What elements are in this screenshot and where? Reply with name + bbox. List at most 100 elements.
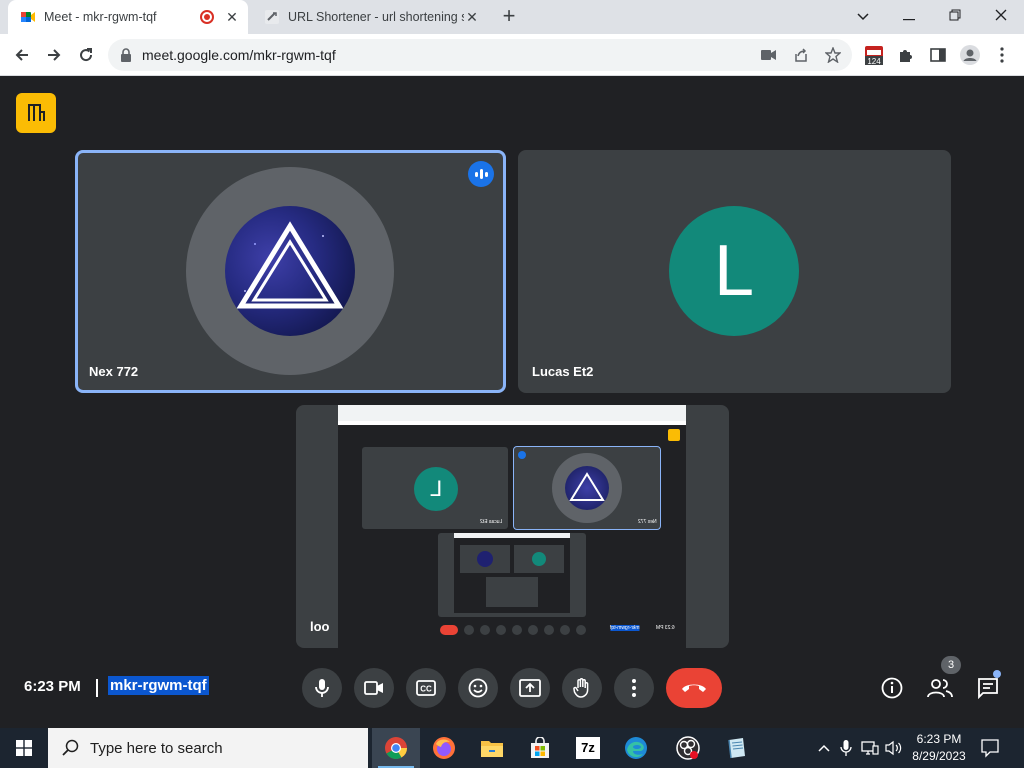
meet-bottom-bar: 6:23 PM mkr-rgwm-tqf CC	[0, 660, 1024, 716]
avatar	[225, 206, 355, 336]
captions-icon: CC	[416, 680, 436, 696]
restore-button[interactable]	[940, 4, 970, 28]
extensions-puzzle-icon[interactable]	[896, 45, 916, 65]
taskbar-search[interactable]: Type here to search	[48, 728, 368, 768]
shared-host-controls-icon	[668, 429, 680, 441]
close-tab-icon[interactable]: ✕	[464, 9, 480, 25]
profile-avatar-icon[interactable]	[960, 45, 980, 65]
participant-tile[interactable]: Nex 772	[75, 150, 506, 393]
notification-icon	[981, 739, 999, 758]
clock-date: 8/29/2023	[912, 749, 966, 763]
participant-tile[interactable]: L Lucas Et2 Nex 772 mkr-rgwm-tqf 6:23 PM…	[296, 405, 729, 648]
back-button[interactable]	[10, 43, 34, 67]
shared-screen: L Lucas Et2 Nex 772 mkr-rgwm-tqf 6:23 PM	[338, 405, 686, 648]
raise-hand-button[interactable]	[562, 668, 602, 708]
close-tab-icon[interactable]: ✕	[224, 9, 240, 25]
recording-icon	[200, 10, 214, 24]
reactions-button[interactable]	[458, 668, 498, 708]
browser-toolbar: meet.google.com/mkr-rgwm-tqf 124	[0, 34, 1024, 76]
people-icon	[927, 679, 953, 698]
meeting-code[interactable]: mkr-rgwm-tqf	[108, 676, 209, 695]
svg-text:CC: CC	[420, 685, 432, 694]
reload-button[interactable]	[74, 43, 98, 67]
shared-avatar: L	[414, 467, 458, 511]
tab-meet[interactable]: Meet - mkr-rgwm-tqf ✕	[8, 0, 248, 34]
network-icon	[861, 741, 879, 755]
tray-microphone[interactable]	[836, 738, 856, 758]
microphone-icon	[840, 740, 852, 756]
link-icon	[265, 10, 279, 24]
camera-button[interactable]	[354, 668, 394, 708]
avatar: L	[669, 206, 799, 336]
end-call-icon	[682, 684, 706, 692]
hand-icon	[573, 678, 589, 698]
menu-kebab-icon[interactable]	[992, 45, 1012, 65]
tab-url-shortener[interactable]: URL Shortener - url shortening se ✕	[252, 0, 488, 34]
new-tab-button[interactable]: +	[498, 5, 520, 28]
windows-logo-icon	[16, 740, 32, 756]
shared-avatar	[565, 466, 609, 510]
obs-icon	[676, 736, 700, 760]
address-bar[interactable]: meet.google.com/mkr-rgwm-tqf	[108, 39, 852, 71]
minimize-button[interactable]	[894, 4, 924, 28]
host-controls-button[interactable]	[16, 93, 56, 133]
chat-icon	[978, 678, 998, 699]
chevron-up-icon	[818, 744, 830, 752]
camera-in-use-icon[interactable]	[760, 46, 778, 64]
taskbar-7zip[interactable]: 7z	[564, 728, 612, 768]
taskbar-firefox[interactable]	[420, 728, 468, 768]
microphone-button[interactable]	[302, 668, 342, 708]
tray-network[interactable]	[860, 738, 880, 758]
emoji-icon	[468, 678, 488, 698]
start-button[interactable]	[0, 728, 48, 768]
google-meet-icon	[21, 12, 35, 22]
chat-button[interactable]	[974, 674, 1002, 702]
store-icon	[531, 737, 549, 758]
taskbar-chrome[interactable]	[372, 728, 420, 768]
calendar-extension-icon[interactable]: 124	[863, 43, 885, 67]
meeting-time: 6:23 PM	[24, 678, 81, 695]
forward-button[interactable]	[42, 43, 66, 67]
close-window-button[interactable]	[986, 4, 1016, 28]
tab-title: URL Shortener - url shortening se	[288, 10, 464, 24]
show-hidden-icons[interactable]	[814, 738, 834, 758]
system-clock[interactable]: 6:23 PM 8/29/2023	[908, 731, 970, 765]
shared-participant-name: Nex 772	[638, 519, 657, 525]
taskbar-file-explorer[interactable]	[468, 728, 516, 768]
meeting-details-button[interactable]	[878, 674, 906, 702]
participant-name: Lucas Et2	[532, 364, 594, 379]
tray-volume[interactable]	[884, 738, 904, 758]
shared-participant-name: Lucas Et2	[480, 519, 503, 525]
camera-icon	[364, 681, 383, 695]
tab-bar: Meet - mkr-rgwm-tqf ✕ URL Shortener - ur…	[0, 0, 1024, 34]
present-screen-button[interactable]	[510, 668, 550, 708]
chrome-icon	[385, 737, 407, 759]
taskbar-notepad[interactable]	[712, 728, 760, 768]
notification-center-button[interactable]	[980, 738, 1002, 758]
extension-badge: 124	[867, 57, 881, 66]
url-text: meet.google.com/mkr-rgwm-tqf	[142, 47, 336, 63]
more-options-button[interactable]	[614, 668, 654, 708]
side-panel-icon[interactable]	[928, 45, 948, 65]
notepad-icon	[728, 738, 745, 759]
microphone-icon	[315, 679, 329, 697]
taskbar-edge[interactable]	[612, 728, 660, 768]
tab-search-icon[interactable]	[848, 4, 878, 28]
shared-nested-tile	[438, 533, 586, 617]
folder-icon	[481, 741, 503, 757]
taskbar-store[interactable]	[516, 728, 564, 768]
more-vert-icon	[632, 679, 636, 697]
people-button[interactable]	[926, 674, 954, 702]
leave-call-button[interactable]	[666, 668, 722, 708]
bookmark-star-icon[interactable]	[824, 46, 842, 64]
speaking-indicator-icon	[468, 161, 494, 187]
windows-taskbar: Type here to search 7z 6:23 PM 8/29/2023	[0, 728, 1024, 768]
captions-button[interactable]: CC	[406, 668, 446, 708]
lock-icon[interactable]	[120, 48, 132, 62]
share-icon[interactable]	[792, 46, 810, 64]
taskbar-obs[interactable]	[664, 728, 712, 768]
search-placeholder: Type here to search	[90, 739, 223, 757]
shared-participant-tile: Nex 772	[513, 446, 661, 530]
participant-name: loo	[310, 619, 330, 634]
participant-tile[interactable]: L Lucas Et2	[518, 150, 951, 393]
